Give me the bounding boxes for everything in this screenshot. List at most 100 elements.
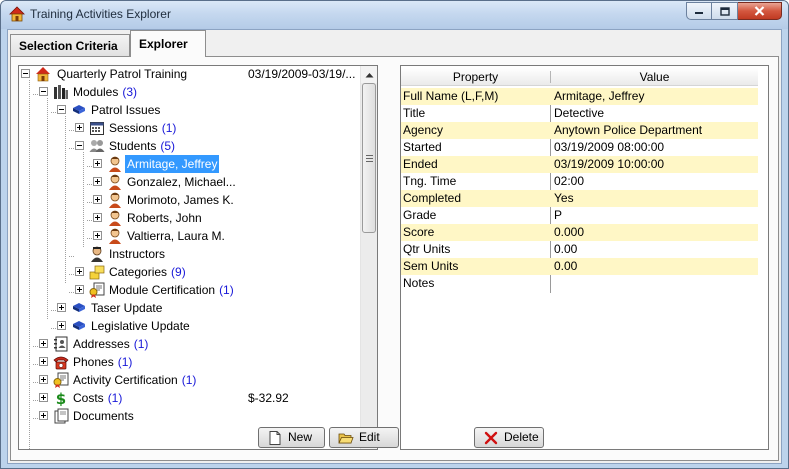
expand-toggle[interactable]: [93, 177, 102, 186]
tree-node-text: Addresses (1): [71, 335, 150, 353]
instructor-person-icon: [91, 246, 103, 262]
close-icon: [754, 6, 765, 16]
tree-node-legislative-update[interactable]: Legislative Update: [19, 317, 359, 335]
tree-node-text: Modules (3): [71, 83, 139, 101]
tree-node-instructors[interactable]: Instructors: [19, 245, 359, 263]
tab-selection-criteria[interactable]: Selection Criteria: [10, 34, 130, 57]
tree-node-students[interactable]: Students (5): [19, 137, 359, 155]
expand-toggle[interactable]: [93, 231, 102, 240]
expand-toggle[interactable]: [39, 375, 48, 384]
grid-row[interactable]: Title Detective: [401, 105, 758, 122]
delete-button[interactable]: Delete: [474, 427, 544, 448]
tree-node-student[interactable]: Valtierra, Laura M.: [19, 227, 359, 245]
tab-explorer[interactable]: Explorer: [130, 30, 206, 57]
properties-grid[interactable]: Property Value Full Name (L,F,M) Armitage…: [400, 65, 769, 450]
arrow-up-icon: [365, 72, 373, 77]
tree-node-label: Costs: [73, 391, 104, 405]
tree-node-text: Activity Certification (1): [71, 371, 198, 389]
tree-node-student[interactable]: Armitage, Jeffrey: [19, 155, 359, 173]
node-count: (9): [171, 265, 186, 279]
scroll-up-button[interactable]: [361, 66, 377, 83]
collapse-toggle[interactable]: [21, 69, 30, 78]
property-name: Sem Units: [403, 259, 459, 273]
tree-node-modules[interactable]: Modules (3): [19, 83, 359, 101]
node-count: (1): [117, 355, 133, 369]
cost-total: $-32.92: [248, 391, 289, 405]
expand-toggle[interactable]: [75, 123, 84, 132]
tree-node-taser-update[interactable]: Taser Update: [19, 299, 359, 317]
button-label: Delete: [504, 430, 539, 444]
address-book-icon: [54, 336, 68, 352]
maximize-button[interactable]: [712, 2, 738, 20]
grid-header: Property Value: [401, 68, 758, 86]
grid-row[interactable]: Started 03/19/2009 08:00:00: [401, 139, 758, 156]
expand-toggle[interactable]: [39, 357, 48, 366]
tree-node-addresses[interactable]: Addresses (1): [19, 335, 359, 353]
tree-node-student[interactable]: Gonzalez, Michael...: [19, 173, 359, 191]
tree-node-label: Phones: [73, 355, 114, 369]
tree-node-student[interactable]: Roberts, John: [19, 209, 359, 227]
expand-toggle[interactable]: [39, 393, 48, 402]
activity-tree[interactable]: Quarterly Patrol Training 03/19/2009-03/…: [18, 65, 378, 450]
scroll-thumb[interactable]: [362, 83, 376, 233]
module-book-icon: [73, 321, 85, 330]
client-area: Selection Criteria Explorer Quarterly Pa…: [7, 29, 782, 464]
expand-toggle[interactable]: [39, 411, 48, 420]
tree-node-documents[interactable]: Documents: [19, 407, 359, 425]
column-header-property[interactable]: Property: [401, 68, 550, 86]
collapse-toggle[interactable]: [75, 141, 84, 150]
tree-node-categories[interactable]: Categories (9): [19, 263, 359, 281]
grid-row[interactable]: Score 0.000: [401, 224, 758, 241]
grid-row[interactable]: Tng. Time 02:00: [401, 173, 758, 190]
app-house-icon: [9, 6, 25, 22]
grid-row[interactable]: Completed Yes: [401, 190, 758, 207]
edit-button[interactable]: Edit: [329, 427, 399, 448]
expand-toggle[interactable]: [75, 267, 84, 276]
tree-node-sessions[interactable]: Sessions (1): [19, 119, 359, 137]
tab-label: Explorer: [139, 37, 188, 51]
tree-node-label: Morimoto, James K.: [127, 193, 234, 207]
close-button[interactable]: [738, 2, 782, 20]
minimize-button[interactable]: [686, 2, 712, 20]
tree-vertical-scrollbar[interactable]: [360, 66, 377, 449]
tree-node-costs[interactable]: $ Costs (1) $-32.92: [19, 389, 359, 407]
column-header-value[interactable]: Value: [551, 68, 758, 86]
expand-toggle[interactable]: [57, 321, 66, 330]
tree-node-label: Documents: [73, 409, 134, 423]
property-value: 03/19/2009 10:00:00: [554, 157, 665, 171]
property-name: Full Name (L,F,M): [403, 89, 499, 103]
grid-row[interactable]: Grade P: [401, 207, 758, 224]
tree-node-activity-certification[interactable]: Activity Certification (1): [19, 371, 359, 389]
tree-node-label: Legislative Update: [91, 319, 190, 333]
expand-toggle[interactable]: [93, 159, 102, 168]
collapse-toggle[interactable]: [39, 87, 48, 96]
telephone-icon: [53, 356, 69, 370]
property-value: 03/19/2009 08:00:00: [554, 140, 665, 154]
title-bar[interactable]: Training Activities Explorer: [1, 1, 788, 29]
minimize-icon: [695, 12, 703, 14]
node-count: (1): [133, 337, 149, 351]
module-book-icon: [73, 303, 85, 312]
expand-toggle[interactable]: [57, 303, 66, 312]
expand-toggle[interactable]: [75, 285, 84, 294]
expand-toggle[interactable]: [39, 339, 48, 348]
tree-node-label: Sessions: [109, 121, 158, 135]
tree-node-module-certification[interactable]: Module Certification (1): [19, 281, 359, 299]
tree-node-phones[interactable]: Phones (1): [19, 353, 359, 371]
property-value: 0.000: [554, 225, 585, 239]
new-button[interactable]: New: [258, 427, 325, 448]
expand-toggle[interactable]: [93, 195, 102, 204]
window-title: Training Activities Explorer: [30, 7, 171, 21]
grid-row[interactable]: Qtr Units 0.00: [401, 241, 758, 258]
node-count: (1): [219, 283, 234, 297]
collapse-toggle[interactable]: [57, 105, 66, 114]
grid-row[interactable]: Agency Anytown Police Department: [401, 122, 758, 139]
grid-row[interactable]: Sem Units 0.00: [401, 258, 758, 275]
tree-node-patrol-issues[interactable]: Patrol Issues: [19, 101, 359, 119]
grid-row[interactable]: Full Name (L,F,M) Armitage, Jeffrey: [401, 88, 758, 105]
tree-node-root[interactable]: Quarterly Patrol Training 03/19/2009-03/…: [19, 66, 359, 83]
expand-toggle[interactable]: [93, 213, 102, 222]
grid-row[interactable]: Notes: [401, 275, 758, 292]
grid-row[interactable]: Ended 03/19/2009 10:00:00: [401, 156, 758, 173]
tree-node-student[interactable]: Morimoto, James K.: [19, 191, 359, 209]
